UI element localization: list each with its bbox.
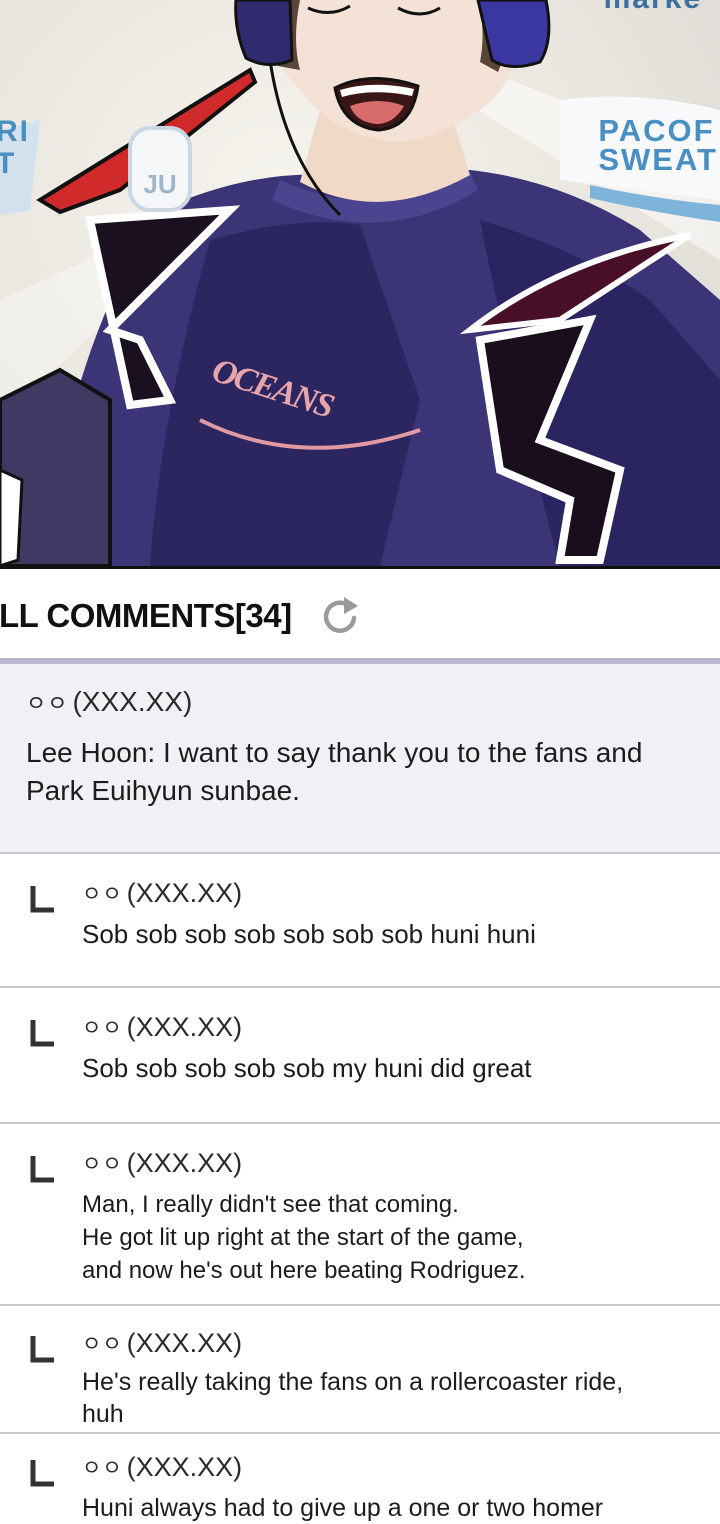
reply-arrow-icon bbox=[30, 1156, 54, 1183]
author-name: ㅇㅇ bbox=[82, 883, 123, 906]
reply: ㅇㅇ (XXX.XX) He's really taking the fans … bbox=[0, 1306, 720, 1434]
reply-arrow-icon bbox=[30, 1336, 54, 1363]
banner-text-top: marke bbox=[604, 0, 702, 16]
reply-author[interactable]: ㅇㅇ (XXX.XX) bbox=[82, 1146, 526, 1180]
author-ip: (XXX.XX) bbox=[126, 1451, 243, 1482]
reply-arrow-icon bbox=[30, 1460, 54, 1487]
author-name: ㅇㅇ bbox=[26, 691, 69, 716]
reply-text: He's really taking the fans on a rollerc… bbox=[82, 1368, 624, 1428]
reply: ㅇㅇ (XXX.XX) Sob sob sob sob sob my huni … bbox=[0, 988, 720, 1124]
author-ip: (XXX.XX) bbox=[72, 686, 193, 717]
author-ip: (XXX.XX) bbox=[126, 1327, 243, 1358]
reply-text: Man, I really didn't see that coming. He… bbox=[82, 1191, 526, 1284]
comment: ㅇㅇ (XXX.XX) Lee Hoon: I want to say than… bbox=[0, 664, 720, 854]
banner-text-left: RIT bbox=[0, 115, 30, 180]
banner-line-1: PACOF bbox=[598, 113, 715, 148]
reply-text: Sob sob sob sob sob sob sob huni huni bbox=[82, 919, 536, 949]
reply-author[interactable]: ㅇㅇ (XXX.XX) bbox=[82, 1326, 623, 1360]
author-name: ㅇㅇ bbox=[82, 1153, 123, 1176]
comic-illustration bbox=[0, 0, 720, 566]
reply-author[interactable]: ㅇㅇ (XXX.XX) bbox=[82, 1450, 603, 1484]
comment-text: Lee Hoon: I want to say thank you to the… bbox=[26, 737, 643, 806]
banner-text-right: PACOF SWEAT bbox=[598, 113, 718, 177]
author-name: ㅇㅇ bbox=[82, 1457, 123, 1480]
author-ip: (XXX.XX) bbox=[126, 1011, 243, 1042]
author-ip: (XXX.XX) bbox=[126, 877, 243, 908]
reply: ㅇㅇ (XXX.XX) Sob sob sob sob sob sob sob … bbox=[0, 856, 720, 988]
comments-header: LL COMMENTS[34] bbox=[0, 586, 720, 646]
banner-line-2: SWEAT bbox=[598, 142, 718, 177]
reply-author[interactable]: ㅇㅇ (XXX.XX) bbox=[82, 1010, 532, 1044]
reply-text: Sob sob sob sob sob my huni did great bbox=[82, 1053, 532, 1083]
reply-arrow-icon bbox=[30, 886, 54, 913]
author-name: ㅇㅇ bbox=[82, 1017, 123, 1040]
reply-author[interactable]: ㅇㅇ (XXX.XX) bbox=[82, 876, 536, 910]
comment-author[interactable]: ㅇㅇ (XXX.XX) bbox=[26, 684, 694, 720]
reply-arrow-icon bbox=[30, 1020, 54, 1047]
refresh-icon[interactable] bbox=[318, 594, 362, 638]
reply: ㅇㅇ (XXX.XX) Huni always had to give up a… bbox=[0, 1434, 720, 1524]
reply-text: Huni always had to give up a one or two … bbox=[82, 1494, 604, 1522]
comments-title: LL COMMENTS[34] bbox=[0, 597, 292, 634]
reply: ㅇㅇ (XXX.XX) Man, I really didn't see tha… bbox=[0, 1124, 720, 1306]
author-ip: (XXX.XX) bbox=[126, 1147, 243, 1178]
comic-panel: marke RIT PACOF SWEAT JU OCEANS bbox=[0, 0, 720, 569]
badge-logo: JU bbox=[128, 126, 192, 212]
author-name: ㅇㅇ bbox=[82, 1333, 123, 1356]
